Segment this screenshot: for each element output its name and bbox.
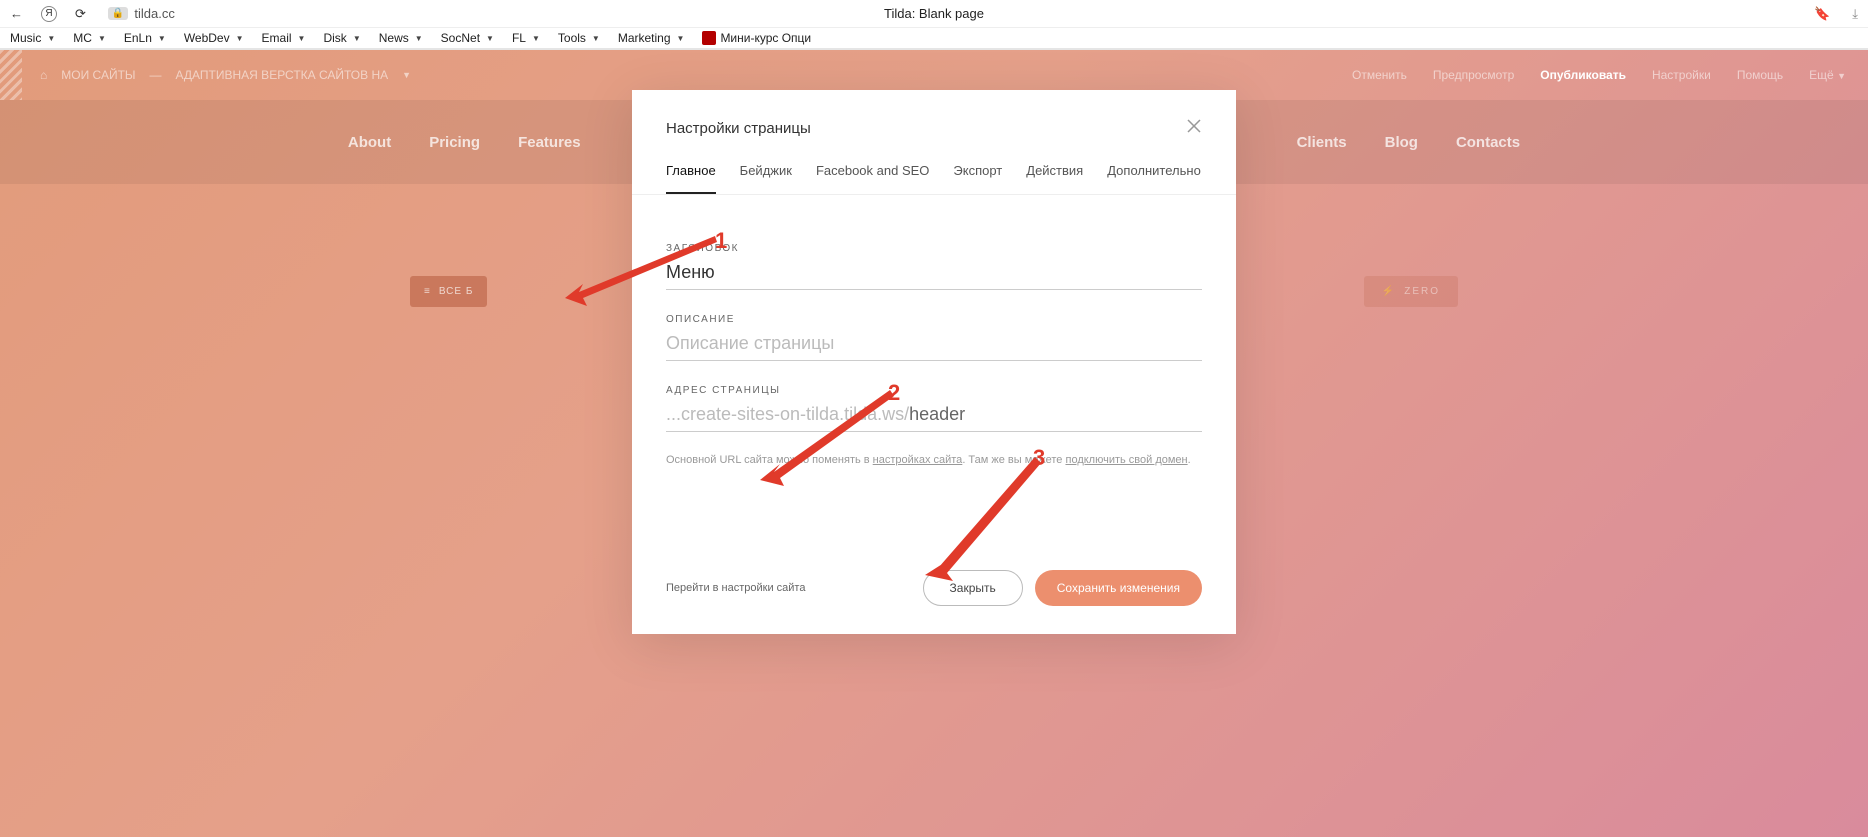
tab-actions[interactable]: Действия (1026, 163, 1083, 194)
tab-title: Tilda: Blank page (884, 6, 984, 21)
help-button[interactable]: Помощь (1737, 68, 1783, 82)
chevron-down-icon[interactable]: ▼ (402, 70, 411, 80)
all-blocks-button[interactable]: ≡ ВСЕ Б (410, 276, 487, 307)
undo-button[interactable]: Отменить (1352, 68, 1407, 82)
back-icon[interactable]: ← (10, 6, 23, 21)
title-input[interactable] (666, 254, 1202, 290)
bookmark-item[interactable]: FL▼ (512, 31, 540, 45)
favicon-icon (702, 31, 716, 45)
url-prefix: ...create-sites-on-tilda.tilda.ws/ (666, 396, 909, 431)
url-input[interactable] (909, 396, 1202, 431)
hint-link-settings[interactable]: настройках сайта (873, 454, 963, 466)
breadcrumb: ⌂ МОИ САЙТЫ — АДАПТИВНАЯ ВЕРСТКА САЙТОВ … (40, 68, 411, 82)
bookmark-item[interactable]: Мини-курс Опци (702, 31, 811, 45)
publish-button[interactable]: Опубликовать (1540, 68, 1626, 82)
url-hint: Основной URL сайта можно поменять в наст… (666, 454, 1202, 466)
bookmark-item[interactable]: MC▼ (73, 31, 106, 45)
goto-site-settings-link[interactable]: Перейти в настройки сайта (666, 582, 805, 594)
zero-label: ZERO (1404, 286, 1440, 297)
address-bar[interactable]: 🔒 tilda.cc (108, 6, 175, 21)
hatch-decoration (0, 50, 22, 100)
tab-advanced[interactable]: Дополнительно (1107, 163, 1201, 194)
nav-item[interactable]: Blog (1385, 134, 1418, 151)
close-icon[interactable] (1186, 118, 1202, 139)
bookmark-item[interactable]: News▼ (379, 31, 423, 45)
tab-badge[interactable]: Бейджик (740, 163, 792, 194)
desc-field-label: ОПИСАНИЕ (666, 314, 1202, 325)
preview-button[interactable]: Предпросмотр (1433, 68, 1514, 82)
crumb-sep: — (150, 68, 162, 82)
save-button[interactable]: Сохранить изменения (1035, 570, 1202, 606)
description-input[interactable] (666, 325, 1202, 361)
download-icon[interactable]: ⤓ (1852, 6, 1858, 22)
all-blocks-label: ВСЕ Б (439, 286, 474, 297)
menu-icon: ≡ (424, 286, 431, 297)
url-field-label: АДРЕС СТРАНИЦЫ (666, 385, 1202, 396)
bookmark-item[interactable]: Marketing▼ (618, 31, 685, 45)
browser-toolbar: ← Я ⟳ 🔒 tilda.cc Tilda: Blank page 🔖 ⤓ (0, 0, 1868, 28)
hint-link-domain[interactable]: подключить свой домен (1065, 454, 1187, 466)
crumb-project[interactable]: АДАПТИВНАЯ ВЕРСТКА САЙТОВ НА (176, 68, 389, 82)
yandex-icon[interactable]: Я (41, 6, 57, 22)
lock-icon: 🔒 (108, 7, 128, 20)
bookmark-item[interactable]: Email▼ (262, 31, 306, 45)
tab-seo[interactable]: Facebook and SEO (816, 163, 929, 194)
bookmarks-bar: Music▼ MC▼ EnLn▼ WebDev▼ Email▼ Disk▼ Ne… (0, 28, 1868, 50)
bookmark-item[interactable]: Music▼ (10, 31, 55, 45)
bookmark-item[interactable]: Tools▼ (558, 31, 600, 45)
tab-export[interactable]: Экспорт (953, 163, 1002, 194)
zero-block-button[interactable]: ⚡ ZERO (1364, 276, 1458, 307)
bookmark-item[interactable]: SocNet▼ (441, 31, 494, 45)
crumb-my-sites[interactable]: МОИ САЙТЫ (61, 68, 135, 82)
zero-icon: ⚡ (1382, 286, 1396, 297)
more-button[interactable]: Ещё ▼ (1809, 68, 1846, 82)
page-settings-modal: Настройки страницы Главное Бейджик Faceb… (632, 90, 1236, 634)
settings-button[interactable]: Настройки (1652, 68, 1711, 82)
title-field-label: ЗАГОЛОВОК (666, 243, 1202, 254)
tab-main[interactable]: Главное (666, 163, 716, 194)
bookmark-item[interactable]: WebDev▼ (184, 31, 244, 45)
modal-title: Настройки страницы (666, 120, 811, 137)
reload-icon[interactable]: ⟳ (75, 6, 86, 22)
nav-item[interactable]: Clients (1297, 134, 1347, 151)
nav-item[interactable]: Features (518, 134, 581, 151)
bookmark-icon[interactable]: 🔖 (1814, 6, 1830, 22)
home-icon[interactable]: ⌂ (40, 68, 47, 82)
close-button[interactable]: Закрыть (923, 570, 1023, 606)
nav-item[interactable]: Pricing (429, 134, 480, 151)
modal-tabs: Главное Бейджик Facebook and SEO Экспорт… (632, 139, 1236, 195)
address-text: tilda.cc (134, 6, 174, 21)
bookmark-item[interactable]: EnLn▼ (124, 31, 166, 45)
nav-item[interactable]: Contacts (1456, 134, 1520, 151)
bookmark-item[interactable]: Disk▼ (323, 31, 360, 45)
nav-item[interactable]: About (348, 134, 391, 151)
